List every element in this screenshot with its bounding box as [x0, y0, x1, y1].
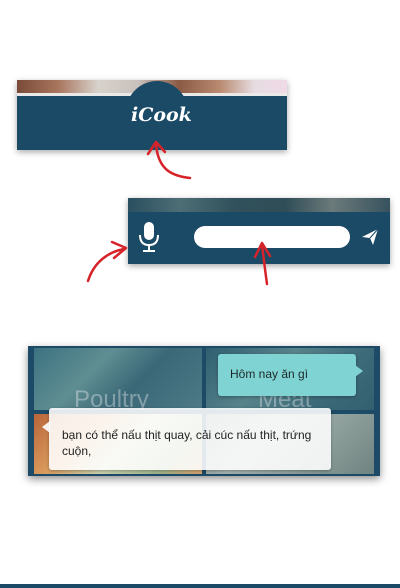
icook-logo[interactable]: iCook — [131, 104, 192, 126]
message-input[interactable] — [194, 226, 350, 248]
send-icon[interactable] — [361, 228, 379, 246]
microphone-icon[interactable] — [136, 220, 162, 254]
app-footer-panel: iCook — [17, 80, 287, 150]
bot-chat-bubble: bạn có thể nấu thịt quay, cải cúc nấu th… — [42, 408, 331, 470]
category-tile-poultry[interactable]: Poultry — [34, 348, 202, 410]
user-chat-bubble: Hôm nay ăn gì — [218, 354, 363, 396]
annotation-arrow-mic — [86, 247, 126, 283]
arrow-head — [110, 240, 128, 260]
chat-panel: Poultry Meat Hôm nay ăn gì bạn có thể nấ… — [28, 346, 380, 476]
bot-message-text: bạn có thể nấu thịt quay, cải cúc nấu th… — [62, 428, 312, 458]
input-bar-panel — [128, 198, 390, 264]
user-message-text: Hôm nay ăn gì — [230, 367, 309, 381]
category-label-poultry: Poultry — [74, 386, 149, 410]
photo-strip — [128, 198, 390, 212]
page-bottom-rule — [0, 584, 400, 588]
